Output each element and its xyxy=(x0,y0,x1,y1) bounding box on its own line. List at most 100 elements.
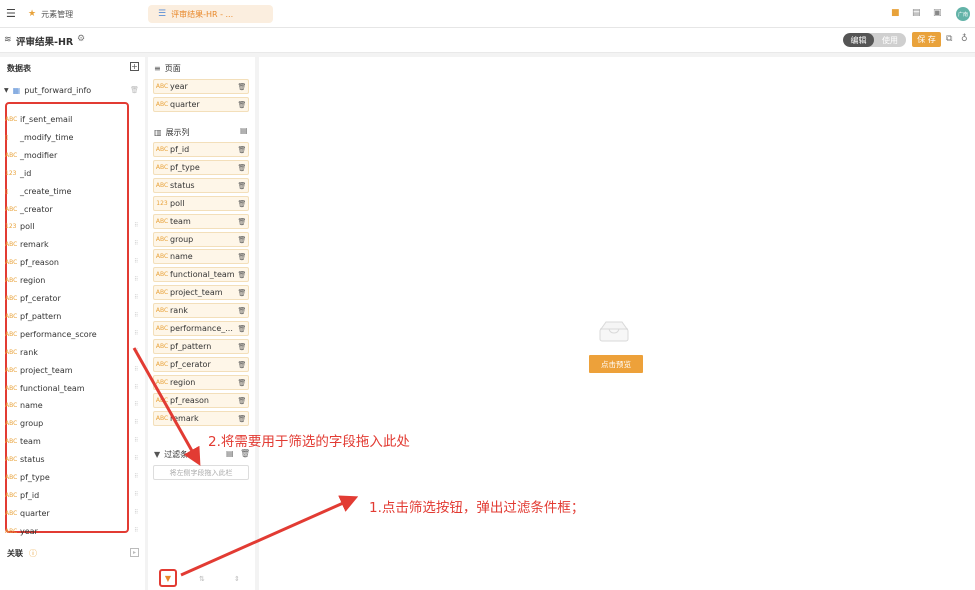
trash-icon[interactable]: 🗑 xyxy=(236,271,248,279)
trash-icon[interactable]: 🗑 xyxy=(236,218,248,226)
tab-element-management[interactable]: ★ 元素管理 xyxy=(28,6,73,22)
trash-icon[interactable]: 🗑 xyxy=(236,146,248,154)
drag-handle-icon[interactable]: ⠿ xyxy=(134,240,138,247)
drag-handle-icon[interactable]: ⠿ xyxy=(134,473,138,480)
drag-handle-icon[interactable]: ⠿ xyxy=(134,437,138,444)
field-chip[interactable]: ABC quarter 🗑 xyxy=(153,97,249,112)
gear-icon[interactable]: ⚙ xyxy=(77,34,85,44)
trash-icon[interactable]: 🗑 xyxy=(236,164,248,172)
mode-use-button[interactable]: 使用 xyxy=(874,33,906,47)
field-chip[interactable]: ABC pf_id 🗑 xyxy=(153,142,249,157)
field-chip[interactable]: ABC group 🗑 xyxy=(153,232,249,247)
drag-handle-icon[interactable]: ⠿ xyxy=(134,384,138,391)
trash-icon[interactable]: 🗑 xyxy=(236,361,248,369)
field-item[interactable]: ABC _modifier xyxy=(5,148,57,162)
caret-down-icon[interactable]: ▼ xyxy=(4,87,9,94)
field-chip[interactable]: ABC remark 🗑 xyxy=(153,411,249,426)
field-chip[interactable]: ABC functional_team 🗑 xyxy=(153,267,249,282)
tab-review-result[interactable]: ☰ 评审结果-HR - ... xyxy=(148,5,273,23)
trash-icon[interactable]: 🗑 xyxy=(236,325,248,333)
mode-toggle[interactable]: 编辑 使用 xyxy=(843,33,906,47)
trash-icon[interactable]: 🗑 xyxy=(236,289,248,297)
field-item[interactable]: 123 poll xyxy=(5,219,34,233)
trash-icon[interactable]: 🗑 xyxy=(236,182,248,190)
trash-icon[interactable]: 🗑 xyxy=(236,83,248,91)
field-item[interactable]: ABC name xyxy=(5,398,43,412)
copy-icon[interactable]: ⧉ xyxy=(946,34,952,44)
document-icon[interactable]: ▤ xyxy=(912,8,921,18)
field-chip[interactable]: ABC year 🗑 xyxy=(153,79,249,94)
field-item[interactable]: ABC team xyxy=(5,434,41,448)
bulb-icon[interactable]: ♁ xyxy=(961,34,968,44)
drag-handle-icon[interactable]: ⠿ xyxy=(134,527,138,534)
field-chip[interactable]: ABC rank 🗑 xyxy=(153,303,249,318)
field-chip[interactable]: ABC name 🗑 xyxy=(153,249,249,264)
filter-button[interactable]: ▼ xyxy=(159,569,177,587)
field-item[interactable]: ▯ _modify_time xyxy=(5,130,73,144)
sort-icon[interactable]: ⇅ xyxy=(199,575,205,583)
drag-handle-icon[interactable]: ⠿ xyxy=(134,276,138,283)
field-chip[interactable]: ABC pf_type 🗑 xyxy=(153,160,249,175)
drag-handle-icon[interactable]: ⠿ xyxy=(134,509,138,516)
reorder-icon[interactable]: ⇕ xyxy=(234,575,240,583)
drag-handle-icon[interactable]: ⠿ xyxy=(134,419,138,426)
field-item[interactable]: ABC project_team xyxy=(5,363,73,377)
trash-icon[interactable]: 🗑 xyxy=(236,415,248,423)
trash-icon[interactable]: 🗑 xyxy=(240,449,250,458)
field-chip[interactable]: ABC region 🗑 xyxy=(153,375,249,390)
field-item[interactable]: ABC if_sent_email xyxy=(5,112,72,126)
drag-handle-icon[interactable]: ⠿ xyxy=(134,491,138,498)
add-table-icon[interactable]: + xyxy=(130,62,139,71)
field-item[interactable]: ABC pf_type xyxy=(5,470,50,484)
field-item[interactable]: ABC status xyxy=(5,452,45,466)
field-chip[interactable]: ABC performance_... 🗑 xyxy=(153,321,249,336)
menu-icon[interactable]: ☰ xyxy=(6,7,16,20)
info-icon[interactable]: ⓘ xyxy=(29,548,37,559)
mode-edit-button[interactable]: 编辑 xyxy=(843,33,874,47)
trash-icon[interactable]: 🗑 xyxy=(236,101,248,109)
trash-icon[interactable]: 🗑 xyxy=(236,253,248,261)
field-item[interactable]: ABC pf_reason xyxy=(5,255,59,269)
drag-handle-icon[interactable]: ⠿ xyxy=(134,366,138,373)
trash-icon[interactable]: 🗑 xyxy=(130,86,139,94)
field-item[interactable]: ▯ _create_time xyxy=(5,184,71,198)
field-item[interactable]: ABC quarter xyxy=(5,506,50,520)
field-item[interactable]: ABC year xyxy=(5,524,38,538)
field-item[interactable]: ABC rank xyxy=(5,345,38,359)
field-item[interactable]: ABC pf_id xyxy=(5,488,39,502)
field-chip[interactable]: ABC pf_reason 🗑 xyxy=(153,393,249,408)
field-item[interactable]: 123 _id xyxy=(5,166,31,180)
trash-icon[interactable]: 🗑 xyxy=(236,397,248,405)
drag-handle-icon[interactable]: ⠿ xyxy=(134,330,138,337)
field-item[interactable]: ABC functional_team xyxy=(5,381,85,395)
field-item[interactable]: ABC group xyxy=(5,416,43,430)
field-chip[interactable]: ABC team 🗑 xyxy=(153,214,249,229)
save-template-icon[interactable]: ▤ xyxy=(240,126,248,135)
field-chip[interactable]: ABC pf_cerator 🗑 xyxy=(153,357,249,372)
drag-handle-icon[interactable]: ⠿ xyxy=(134,455,138,462)
field-chip[interactable]: ABC status 🗑 xyxy=(153,178,249,193)
filter-drop-zone[interactable]: 将左侧字段拖入此栏 xyxy=(153,465,249,480)
field-item[interactable]: ABC region xyxy=(5,273,45,287)
avatar[interactable]: 广南 xyxy=(956,7,970,21)
trash-icon[interactable]: 🗑 xyxy=(236,307,248,315)
field-item[interactable]: ABC performance_score xyxy=(5,327,97,341)
expand-icon[interactable]: ▸ xyxy=(130,548,139,557)
drag-handle-icon[interactable]: ⠿ xyxy=(134,294,138,301)
field-item[interactable]: ABC _creator xyxy=(5,202,53,216)
field-chip[interactable]: 123 poll 🗑 xyxy=(153,196,249,211)
gift-icon[interactable]: ■ xyxy=(891,8,900,18)
drag-handle-icon[interactable]: ⠿ xyxy=(134,222,138,229)
trash-icon[interactable]: 🗑 xyxy=(236,379,248,387)
trash-icon[interactable]: 🗑 xyxy=(236,343,248,351)
drag-handle-icon[interactable]: ⠿ xyxy=(134,401,138,408)
save-button[interactable]: 保 存 xyxy=(912,32,941,47)
field-item[interactable]: ABC pf_pattern xyxy=(5,309,61,323)
table-item[interactable]: ▼ ▦ put_forward_info 🗑 xyxy=(4,83,142,97)
save-filter-icon[interactable]: ▤ xyxy=(226,449,234,458)
drag-handle-icon[interactable]: ⠿ xyxy=(134,312,138,319)
field-item[interactable]: ABC pf_cerator xyxy=(5,291,61,305)
download-icon[interactable]: ▣ xyxy=(933,8,942,18)
preview-button[interactable]: 点击预览 xyxy=(589,355,643,373)
field-chip[interactable]: ABC pf_pattern 🗑 xyxy=(153,339,249,354)
